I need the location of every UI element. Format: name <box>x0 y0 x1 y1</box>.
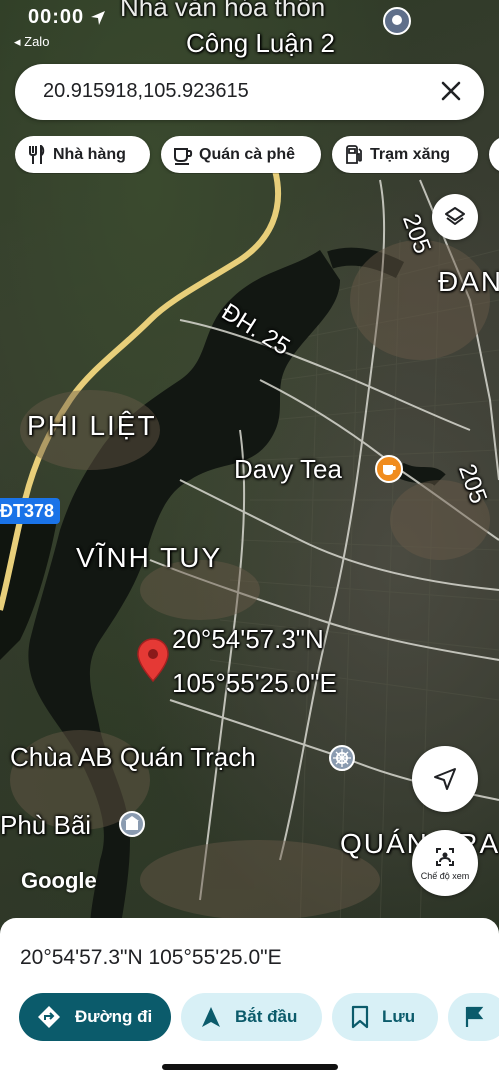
map-label-vinh-tuy: VĨNH TUY <box>76 542 223 573</box>
search-bar[interactable]: 20.915918,105.923615 <box>15 64 484 120</box>
dropped-pin-icon[interactable] <box>136 637 170 683</box>
location-arrow-icon <box>91 11 105 25</box>
map-label-davy-tea[interactable]: Davy Tea <box>234 454 342 485</box>
chip-coffee-label: Quán cà phê <box>199 145 296 163</box>
status-time: 00:00 <box>28 6 85 28</box>
navigation-arrow-icon <box>434 768 456 790</box>
street-view-button[interactable]: Chế độ xem <box>412 830 478 896</box>
directions-icon <box>38 1006 60 1028</box>
chip-coffee[interactable]: Quán cà phê <box>161 136 321 173</box>
school-poi-icon[interactable] <box>118 810 146 838</box>
close-icon[interactable] <box>436 76 466 106</box>
save-label: Lưu <box>382 1007 416 1026</box>
pin-longitude-label: 105°55'25.0"E <box>172 668 337 698</box>
temple-poi-icon[interactable] <box>328 744 356 772</box>
start-button[interactable]: Bắt đầu <box>181 993 322 1041</box>
my-location-button[interactable] <box>412 746 478 812</box>
layers-icon <box>445 207 465 225</box>
status-bar: 00:00 ◂ Zalo <box>0 0 499 60</box>
coordinates-title: 20°54'57.3"N 105°55'25.0"E <box>20 946 282 969</box>
cafe-poi-icon[interactable] <box>374 454 404 484</box>
chip-restaurant[interactable]: Nhà hàng <box>15 136 150 173</box>
place-bottom-sheet: 20°54'57.3"N 105°55'25.0"E Đường đi Bắt … <box>0 918 499 1080</box>
restaurant-icon <box>29 144 45 164</box>
layers-button[interactable] <box>432 194 478 240</box>
navigation-icon <box>202 1007 220 1027</box>
pin-latitude-label: 20°54'57.3"N <box>172 624 324 654</box>
save-button[interactable]: Lưu <box>332 993 438 1041</box>
flag-icon <box>465 1006 484 1027</box>
home-indicator[interactable] <box>162 1064 338 1070</box>
route-shield-dt378: ĐT378 <box>0 498 61 524</box>
map-label-phi-liet: PHI LIỆT <box>27 410 157 441</box>
chip-restaurant-label: Nhà hàng <box>53 145 126 163</box>
route-shield-label: ĐT378 <box>0 500 55 521</box>
chip-gas-station-label: Trạm xăng <box>370 145 451 163</box>
bookmark-icon <box>351 1005 369 1029</box>
chip-gas-station[interactable]: Trạm xăng <box>332 136 478 173</box>
directions-label: Đường đi <box>75 1007 153 1026</box>
gas-station-icon <box>346 144 362 164</box>
category-chips: Nhà hàng Quán cà phê Trạm xăng <box>15 136 499 174</box>
search-query[interactable]: 20.915918,105.923615 <box>43 80 249 103</box>
street-view-label: Chế độ xem <box>420 871 470 881</box>
map-label-dan: ĐAN <box>438 266 499 297</box>
start-label: Bắt đầu <box>235 1007 298 1026</box>
share-button[interactable] <box>448 993 499 1041</box>
chip-more[interactable] <box>489 136 499 173</box>
back-to-app-link[interactable]: ◂ Zalo <box>14 34 49 50</box>
map-label-chua[interactable]: Chùa AB Quán Trạch <box>10 742 256 773</box>
map-label-phu-bai[interactable]: Phù Bãi <box>0 810 91 841</box>
directions-button[interactable]: Đường đi <box>19 993 171 1041</box>
street-view-icon <box>436 848 454 866</box>
coffee-icon <box>174 147 193 165</box>
google-logo: Google <box>21 868 97 893</box>
